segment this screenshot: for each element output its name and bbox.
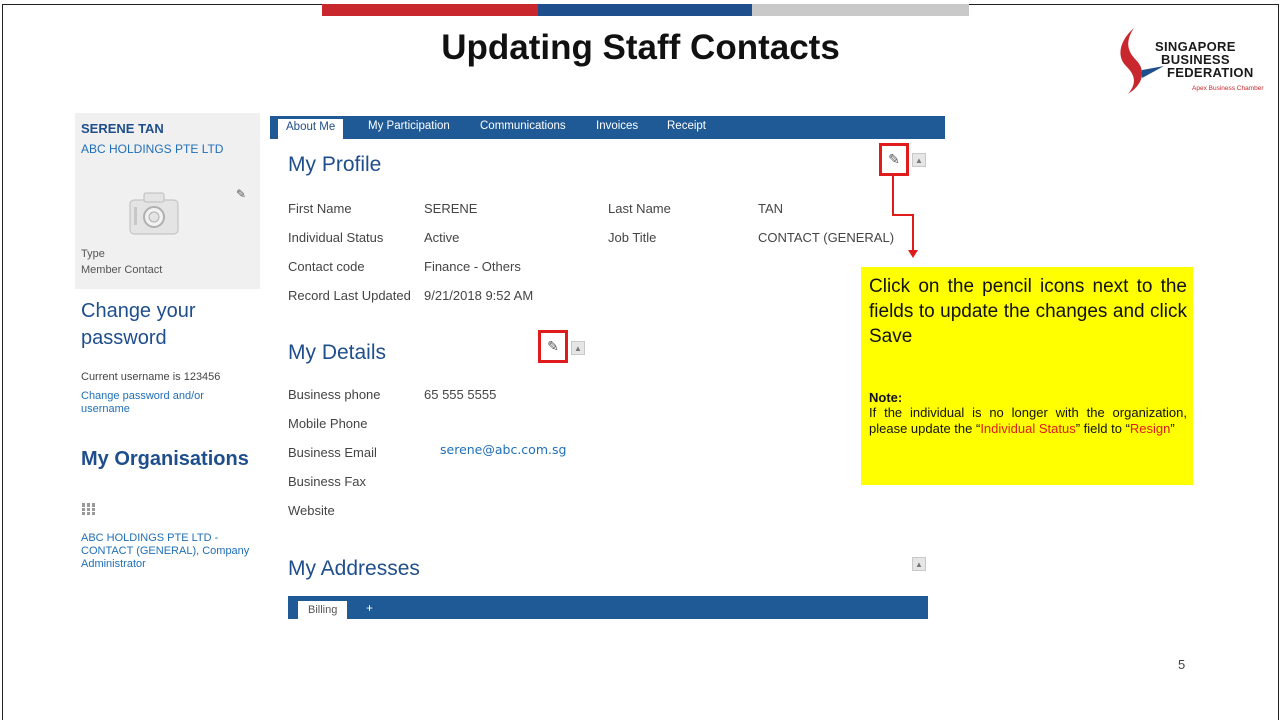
type-label: Type [81,248,105,260]
organisation-entry-link[interactable]: ABC HOLDINGS PTE LTD - CONTACT (GENERAL)… [81,532,266,571]
tab-my-participation[interactable]: My Participation [368,120,450,132]
arrow-segment-3 [912,214,914,252]
add-address-tab[interactable]: + [366,601,373,615]
collapse-details-icon[interactable]: ▲ [571,341,585,355]
note-text-3: ” [1170,421,1175,436]
first-name-value: SERENE [424,201,478,216]
tab-invoices[interactable]: Invoices [596,120,638,132]
contact-code-value: Finance - Others [424,259,521,274]
my-details-title: My Details [288,341,387,364]
edit-photo-pencil-icon[interactable]: ✎ [236,187,246,201]
details-pencil-highlight [538,330,568,363]
contact-code-label: Contact code [288,259,365,274]
top-accent-gray [752,4,969,16]
arrow-head-icon [908,250,918,258]
logo-line-3: FEDERATION [1167,65,1254,80]
note-highlight-status: Individual Status [980,421,1076,436]
my-addresses-title: My Addresses [288,557,420,580]
last-name-value: TAN [758,201,784,216]
note-text-2: ” field to “ [1075,421,1130,436]
profile-tab-bar: About Me My Participation Communications… [270,116,945,139]
note-highlight-resign: Resign [1129,421,1171,436]
business-phone-label: Business phone [288,387,381,402]
address-tab-bar: Billing + [288,596,928,619]
last-name-label: Last Name [608,201,671,216]
tab-receipt[interactable]: Receipt [667,120,706,132]
tab-communications[interactable]: Communications [480,120,566,132]
collapse-addresses-icon[interactable]: ▲ [912,557,926,571]
individual-status-value: Active [424,230,460,245]
collapse-profile-icon[interactable]: ▲ [912,153,926,167]
callout-note-label: Note: [869,390,903,405]
arrow-segment-2 [892,214,914,216]
organisation-link[interactable]: ABC HOLDINGS PTE LTD [81,142,223,156]
my-profile-title: My Profile [288,153,382,176]
record-updated-label: Record Last Updated [288,288,411,303]
callout-note-text: If the individual is no longer with the … [869,405,1187,437]
organisation-icon [82,503,96,518]
type-value: Member Contact [81,264,163,276]
callout-main-text: Click on the pencil icons next to the fi… [869,276,1187,347]
top-accent-blue [538,4,752,16]
tab-billing[interactable]: Billing [298,601,348,619]
business-email-label: Business Email [288,445,377,460]
job-title-value: CONTACT (GENERAL) [758,230,895,245]
change-password-heading: Change your password [81,300,196,349]
mobile-phone-label: Mobile Phone [288,416,368,431]
top-accent-red [322,4,538,16]
business-phone-value: 65 555 5555 [424,387,497,402]
logo-tagline: Apex Business Chamber [1192,85,1264,92]
logo-wordmark: SINGAPORE BUSINESS FEDERATION [1155,40,1254,79]
my-organisations-heading: My Organisations [81,448,249,470]
business-email-link[interactable]: serene@abc.com.sg [440,442,566,457]
job-title-label: Job Title [608,230,657,245]
first-name-label: First Name [288,201,352,216]
change-password-link[interactable]: Change password and/or username [81,390,241,416]
arrow-segment-1 [892,176,894,216]
page-number: 5 [1178,657,1186,672]
record-updated-value: 9/21/2018 9:52 AM [424,288,534,303]
user-name: SERENE TAN [81,121,164,136]
website-label: Website [288,503,335,518]
slide-title: Updating Staff Contacts [441,28,840,67]
tab-about-me[interactable]: About Me [278,119,344,139]
camera-icon[interactable] [128,190,180,236]
individual-status-label: Individual Status [288,230,384,245]
profile-pencil-highlight [879,143,909,176]
current-username: Current username is 123456 [81,371,221,383]
business-fax-label: Business Fax [288,474,367,489]
